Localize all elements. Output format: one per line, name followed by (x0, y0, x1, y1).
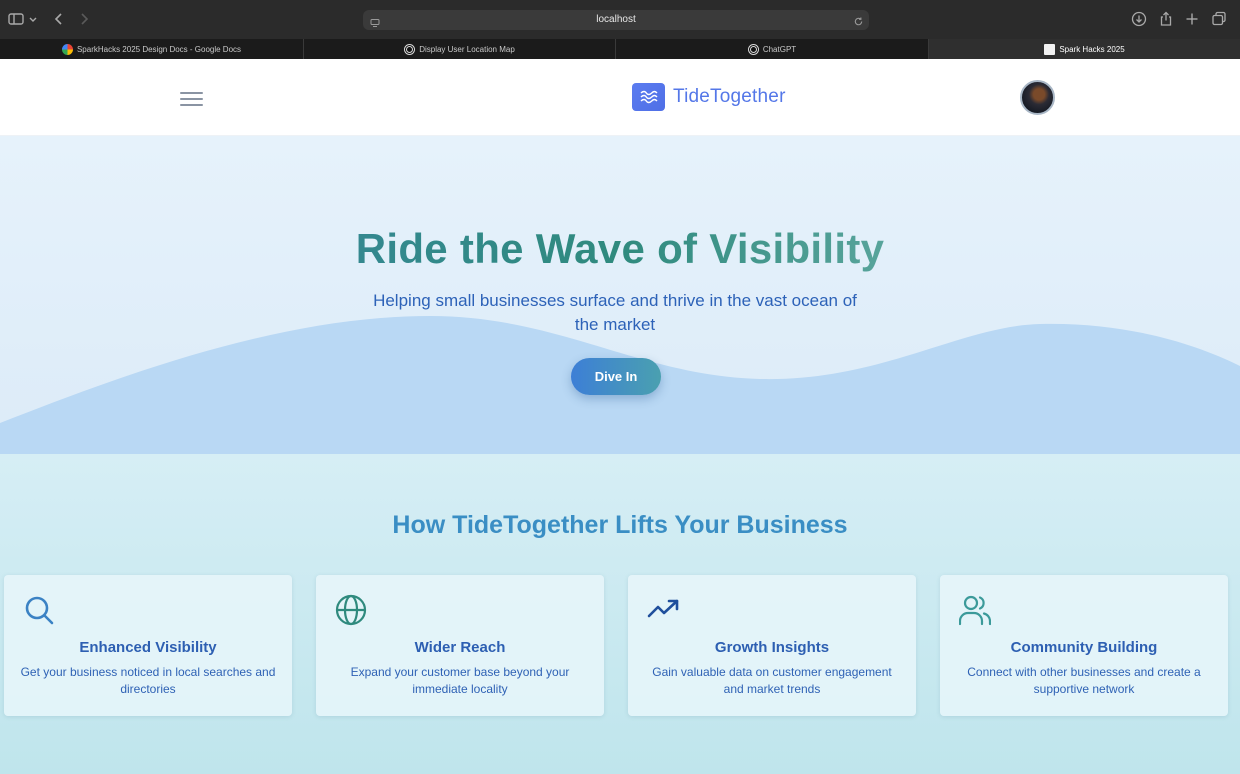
site-header: TideTogether (0, 59, 1240, 136)
features-title: How TideTogether Lifts Your Business (392, 511, 848, 539)
card-description: Gain valuable data on customer engagemen… (652, 665, 892, 696)
tab-location-map[interactable]: Display User Location Map (304, 39, 616, 59)
download-icon[interactable] (1130, 10, 1148, 28)
card-title: Community Building (1010, 639, 1158, 656)
tab-label: SparkHacks 2025 Design Docs - Google Doc… (76, 44, 242, 54)
tab-spark-hacks[interactable]: Spark Hacks 2025 (929, 39, 1240, 59)
back-icon[interactable] (50, 10, 68, 28)
feature-card-insights: Growth Insights Gain valuable data on cu… (628, 575, 916, 716)
card-title: Enhanced Visibility (79, 639, 217, 656)
address-bar[interactable]: localhost (363, 10, 869, 30)
tab-chatgpt[interactable]: ChatGPT (616, 39, 929, 59)
feature-card-community: Community Building Connect with other bu… (940, 575, 1228, 716)
tab-label: Spark Hacks 2025 (1059, 44, 1125, 54)
card-title: Growth Insights (714, 639, 830, 656)
card-description: Get your business noticed in local searc… (20, 665, 276, 696)
url-text: localhost (596, 14, 636, 25)
waves-icon (632, 83, 665, 111)
web-page: TideTogether Ride the Wave of Visibility… (0, 59, 1240, 774)
chatgpt-icon (747, 43, 759, 55)
browser-toolbar: localhost (0, 0, 1240, 39)
sidebar-toggle-icon[interactable] (7, 10, 25, 28)
tab-bar: SparkHacks 2025 Design Docs - Google Doc… (0, 39, 1240, 59)
google-icon (61, 43, 73, 55)
hamburger-icon[interactable] (180, 90, 203, 108)
dive-in-button[interactable]: Dive In (571, 358, 661, 395)
chatgpt-icon (404, 43, 416, 55)
tab-label: Display User Location Map (419, 44, 515, 54)
feature-card-reach: Wider Reach Expand your customer base be… (316, 575, 604, 716)
card-description: Connect with other businesses and create… (967, 665, 1201, 696)
reload-icon[interactable] (853, 14, 864, 26)
logo-text: TideTogether (673, 86, 786, 107)
tab-label: ChatGPT (762, 44, 797, 54)
forward-icon[interactable] (75, 10, 93, 28)
users-icon (959, 594, 991, 626)
avatar[interactable] (1020, 80, 1055, 115)
search-icon (23, 594, 55, 626)
globe-icon (335, 594, 367, 626)
tab-overview-icon[interactable] (1210, 10, 1228, 28)
tab-design-docs[interactable]: SparkHacks 2025 Design Docs - Google Doc… (0, 39, 304, 59)
card-description: Expand your customer base beyond your im… (350, 665, 570, 696)
site-logo[interactable]: TideTogether (632, 83, 786, 111)
new-tab-icon[interactable] (1183, 10, 1201, 28)
card-title: Wider Reach (414, 639, 506, 656)
chevron-down-icon[interactable] (27, 10, 39, 28)
page-icon (1044, 43, 1056, 55)
hero-section: Ride the Wave of Visibility Helping smal… (0, 136, 1240, 454)
trending-up-icon (647, 594, 679, 626)
share-icon[interactable] (1157, 10, 1175, 28)
hero-title: Ride the Wave of Visibility (0, 225, 1240, 273)
features-section: How TideTogether Lifts Your Business Enh… (0, 454, 1240, 774)
hero-subtitle: Helping small businesses surface and thr… (373, 291, 857, 334)
feature-card-visibility: Enhanced Visibility Get your business no… (4, 575, 292, 716)
